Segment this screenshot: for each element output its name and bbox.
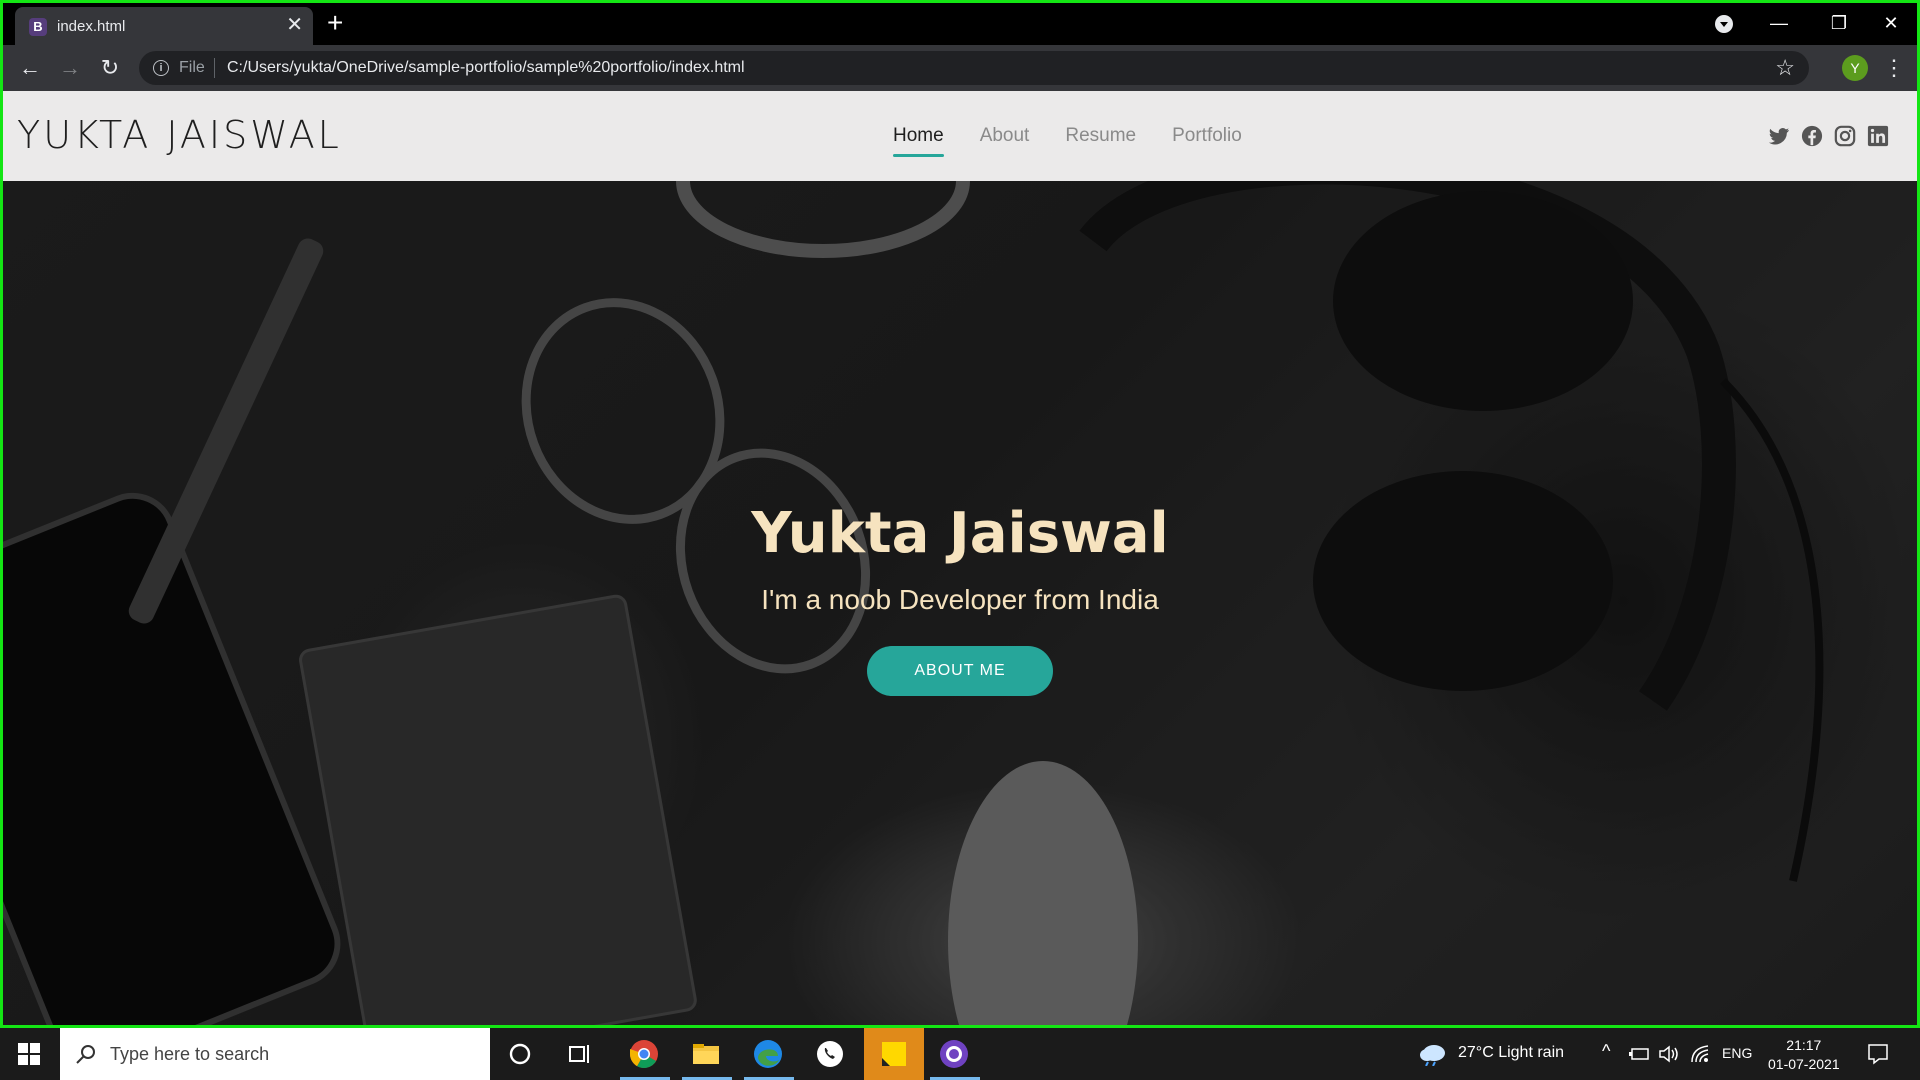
linkedin-icon[interactable] [1867, 125, 1889, 147]
instagram-icon[interactable] [1834, 125, 1856, 147]
clock-date: 01-07-2021 [1768, 1056, 1840, 1072]
file-explorer-icon[interactable] [690, 1038, 722, 1070]
profile-avatar[interactable]: Y [1842, 55, 1868, 81]
reload-button[interactable]: ↻ [95, 53, 125, 83]
site-logo[interactable]: YUKTA JAISWAL [17, 113, 342, 157]
close-window-button[interactable]: ✕ [1861, 7, 1920, 39]
edge-icon[interactable] [752, 1038, 784, 1070]
social-links [1768, 125, 1889, 147]
new-tab-button[interactable]: + [327, 8, 343, 38]
web-page: YUKTA JAISWAL Home About Resume Portfoli… [3, 91, 1917, 1025]
weather-text[interactable]: 27°C Light rain [1458, 1044, 1564, 1062]
weather-cloud-icon[interactable] [1418, 1040, 1448, 1066]
browser-window: B index.html ✕ + — ❐ ✕ ← → ↻ i File C:/U… [0, 0, 1920, 1028]
nav-portfolio[interactable]: Portfolio [1172, 125, 1242, 147]
tab-strip: B index.html ✕ + — ❐ ✕ [3, 3, 1917, 45]
search-placeholder: Type here to search [110, 1044, 270, 1064]
nav-resume[interactable]: Resume [1065, 125, 1136, 147]
site-header: YUKTA JAISWAL Home About Resume Portfoli… [3, 91, 1917, 181]
menu-dots-icon[interactable]: ⋮ [1883, 53, 1905, 83]
battery-icon[interactable] [1628, 1044, 1650, 1064]
bootstrap-favicon-icon: B [29, 18, 47, 36]
hero-title: Yukta Jaiswal [751, 501, 1169, 566]
forward-button[interactable]: → [55, 53, 85, 83]
search-icon [76, 1045, 95, 1064]
bookmark-star-icon[interactable]: ☆ [1775, 55, 1795, 81]
windows-taskbar: Type here to search 27°C Light rain ^ EN… [0, 1028, 1920, 1080]
tab-search-icon[interactable] [1715, 15, 1733, 33]
browser-tab[interactable]: B index.html ✕ [15, 7, 313, 45]
wifi-icon[interactable] [1690, 1044, 1712, 1064]
minimize-button[interactable]: — [1749, 7, 1809, 39]
back-button[interactable]: ← [15, 53, 45, 83]
task-view-icon[interactable] [564, 1038, 596, 1070]
address-bar[interactable]: i File C:/Users/yukta/OneDrive/sample-po… [139, 51, 1809, 85]
nav-home[interactable]: Home [893, 125, 944, 157]
volume-icon[interactable] [1658, 1044, 1680, 1064]
about-me-button[interactable]: ABOUT ME [867, 646, 1053, 696]
tab-title: index.html [57, 18, 126, 35]
restore-button[interactable]: ❐ [1809, 7, 1869, 39]
hero-section: Yukta Jaiswal I'm a noob Developer from … [3, 181, 1917, 1025]
chrome-icon[interactable] [628, 1038, 660, 1070]
url-separator [214, 58, 215, 78]
hero-subtitle: I'm a noob Developer from India [761, 584, 1159, 615]
info-icon[interactable]: i [153, 60, 169, 76]
nav-about[interactable]: About [980, 125, 1030, 147]
taskbar-search[interactable]: Type here to search [60, 1028, 490, 1080]
main-nav: Home About Resume Portfolio [893, 125, 1242, 157]
facebook-icon[interactable] [1801, 125, 1823, 147]
close-tab-icon[interactable]: ✕ [286, 15, 303, 35]
language-indicator[interactable]: ENG [1722, 1045, 1752, 1061]
cortana-icon[interactable] [504, 1038, 536, 1070]
windows-start-icon[interactable] [18, 1043, 40, 1065]
file-label: File [179, 59, 205, 76]
url-text[interactable]: C:/Users/yukta/OneDrive/sample-portfolio… [227, 59, 745, 77]
tray-chevron-icon[interactable]: ^ [1602, 1041, 1610, 1062]
github-desktop-icon[interactable] [938, 1038, 970, 1070]
twitter-icon[interactable] [1768, 125, 1790, 147]
clock[interactable]: 21:17 01-07-2021 [1768, 1036, 1840, 1074]
clock-time: 21:17 [1786, 1037, 1822, 1053]
whatsapp-icon[interactable] [814, 1038, 846, 1070]
hero-content: Yukta Jaiswal I'm a noob Developer from … [3, 501, 1917, 696]
notification-icon[interactable] [1866, 1042, 1890, 1066]
sticky-notes-icon[interactable] [878, 1038, 910, 1070]
browser-toolbar: ← → ↻ i File C:/Users/yukta/OneDrive/sam… [3, 45, 1917, 91]
